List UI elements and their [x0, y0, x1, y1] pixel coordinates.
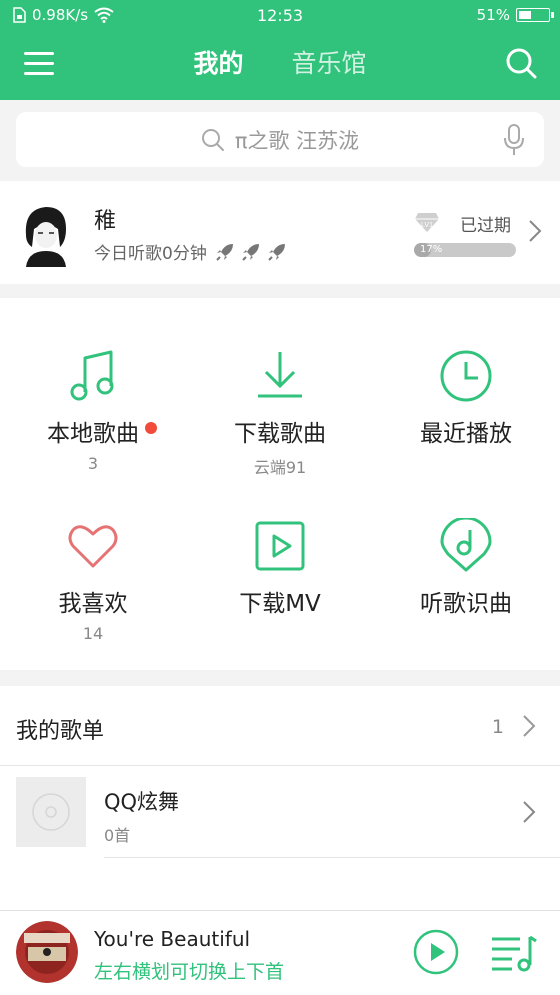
feature-label: 我喜欢	[58, 591, 128, 617]
feature-count: 云端91	[253, 458, 307, 477]
album-art[interactable]	[16, 921, 78, 983]
search-placeholder: π之歌 汪苏泷	[234, 128, 360, 153]
battery-percent: 51%	[476, 6, 510, 24]
playlist-queue-icon[interactable]	[490, 933, 538, 973]
music-note-icon	[70, 350, 114, 401]
profile-card[interactable]: 稚 今日听歌0分钟 LV1 已过期 17%	[0, 181, 560, 284]
chevron-right-icon[interactable]	[522, 800, 536, 824]
listen-time: 今日听歌0分钟	[94, 239, 287, 264]
feature-label: 本地歌曲	[47, 421, 139, 447]
top-tabs: 我的 音乐馆	[0, 44, 560, 80]
video-icon	[255, 521, 305, 571]
download-icon	[258, 352, 302, 398]
clock-icon	[440, 350, 492, 402]
tab-music-hall[interactable]: 音乐馆	[291, 44, 366, 80]
chevron-right-icon[interactable]	[522, 714, 536, 738]
playlist-song-count: 0首	[104, 826, 131, 845]
feature-label: 下载歌曲	[234, 421, 326, 447]
listen-time-text: 今日听歌0分钟	[94, 244, 207, 264]
feature-downloads[interactable]: 下载歌曲 云端91	[187, 348, 373, 478]
play-icon[interactable]	[413, 929, 459, 975]
playlist-name: QQ炫舞	[104, 790, 180, 814]
avatar[interactable]	[16, 199, 74, 267]
feature-download-mv[interactable]: 下载MV	[187, 518, 373, 618]
playlists-count: 1	[491, 716, 504, 738]
username: 稚	[94, 209, 117, 234]
swipe-hint: 左右横划可切换上下首	[94, 961, 285, 983]
rocket-icon	[268, 243, 285, 261]
top-header: 0.98K/s 12:53 51% 我的 音乐馆	[0, 0, 560, 100]
chevron-right-icon[interactable]	[528, 219, 542, 243]
list-item[interactable]: QQ炫舞 0首	[0, 766, 560, 858]
rocket-icon	[216, 243, 233, 261]
feature-local-songs[interactable]: 本地歌曲 3	[0, 348, 186, 473]
microphone-icon[interactable]	[504, 124, 524, 156]
level-progress-bar: 17%	[414, 243, 516, 257]
song-title: You're Beautiful	[94, 927, 251, 951]
battery-icon	[516, 8, 554, 22]
feature-grid: 本地歌曲 3 下载歌曲 云端91 最近播放 我喜欢 14 下载MV 听歌识曲	[0, 298, 560, 670]
feature-count: 14	[82, 624, 104, 643]
feature-label: 最近播放	[420, 421, 512, 447]
feature-song-recognition[interactable]: 听歌识曲	[373, 518, 559, 618]
feature-label: 下载MV	[239, 591, 321, 617]
feature-recent[interactable]: 最近播放	[373, 348, 559, 448]
rocket-badges	[215, 242, 287, 262]
vip-status: 已过期	[460, 216, 511, 236]
heart-icon	[68, 525, 118, 568]
diamond-icon: LV1	[415, 213, 439, 232]
feature-count: 3	[87, 454, 99, 473]
new-dot	[145, 422, 157, 434]
status-bar: 0.98K/s 12:53 51%	[0, 0, 560, 30]
song-recognition-icon	[440, 518, 492, 572]
vip-badge: LV1	[421, 222, 433, 229]
disc-icon	[32, 793, 70, 831]
tab-mine[interactable]: 我的	[194, 44, 244, 80]
feature-favorites[interactable]: 我喜欢 14	[0, 518, 186, 643]
mini-player[interactable]: You're Beautiful 左右横划可切换上下首	[0, 910, 560, 995]
search-icon	[201, 128, 224, 151]
playlist-list: QQ炫舞 0首	[0, 766, 560, 910]
search-icon[interactable]	[504, 46, 538, 80]
divider	[104, 857, 560, 858]
search-area: π之歌 汪苏泷	[0, 100, 560, 180]
playlists-title: 我的歌单	[16, 719, 105, 744]
rocket-icon	[242, 243, 259, 261]
level-percent: 17%	[420, 244, 443, 255]
playlists-header[interactable]: 我的歌单 1	[0, 686, 560, 766]
playlist-cover	[16, 777, 86, 847]
feature-label: 听歌识曲	[420, 591, 512, 617]
search-input[interactable]: π之歌 汪苏泷	[16, 112, 544, 167]
